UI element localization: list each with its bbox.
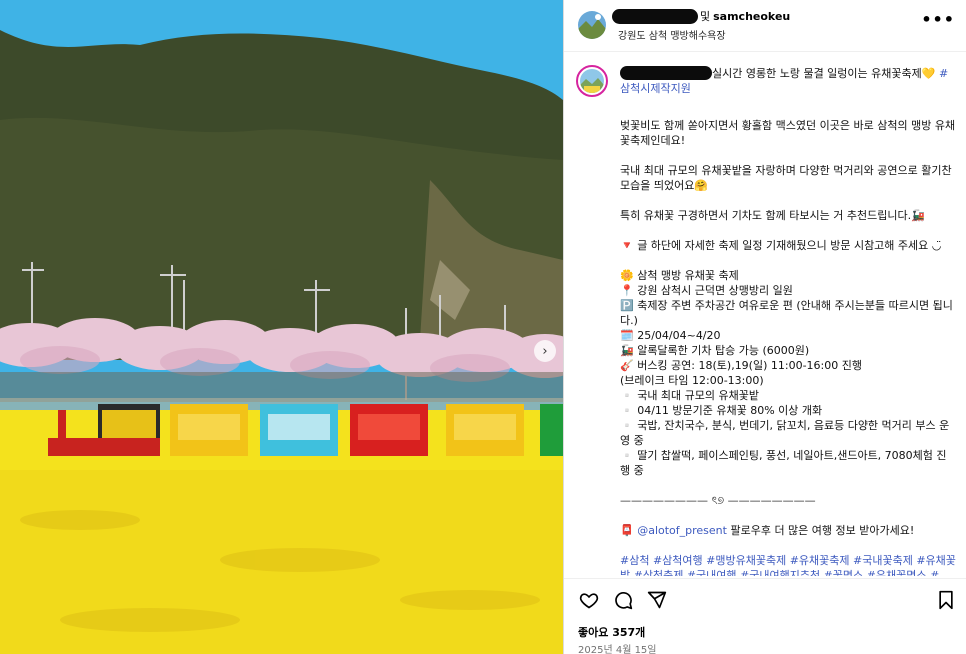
caption-divider: ———————— ৎ୭ ———————— — [620, 494, 816, 507]
share-icon — [647, 591, 667, 609]
caption-first-line: 실시간 영롱한 노랑 물결 일렁이는 유채꽃축제💛 #삼척시제작지원 — [620, 66, 949, 95]
share-button[interactable] — [646, 589, 668, 611]
like-button[interactable] — [578, 589, 600, 611]
caption-paragraph: 국내 최대 규모의 유채꽃밭을 자랑하며 다양한 먹거리와 공연으로 활기찬 모… — [620, 164, 956, 192]
post-caption: 실시간 영롱한 노랑 물결 일렁이는 유채꽃축제💛 #삼척시제작지원 벚꽃비도 … — [620, 66, 956, 576]
comment-icon — [615, 592, 633, 610]
more-options-button[interactable]: ••• — [921, 10, 955, 29]
detail-line: ▫️ 04/11 방문기준 유채꽃 80% 이상 개화 — [620, 404, 823, 417]
post-date: 2025년 4월 15일 — [578, 645, 657, 654]
follow-line: 📮 @alotof_present 팔로우후 더 많은 여행 정보 받아가세요! — [620, 524, 915, 537]
bookmark-icon — [939, 590, 953, 610]
mention-link[interactable]: @alotof_present — [637, 524, 727, 537]
caption-avatar-image — [580, 69, 604, 93]
location-link[interactable]: 강원도 삼척 맹방해수욕장 — [618, 27, 726, 42]
post-actions: 좋아요 357개 2025년 4월 15일 — [564, 578, 966, 654]
detail-line: 🌼 삼척 맹방 유채꽃 축제 — [620, 269, 739, 282]
post-side-panel: 및 samcheokeu 강원도 삼척 맹방해수욕장 ••• 실시간 영롱한 노… — [563, 0, 966, 654]
detail-line: ▫️ 국내 최대 규모의 유채꽃밭 — [620, 389, 760, 402]
avatar[interactable] — [578, 11, 606, 39]
detail-line: 🚂 알록달록한 기차 탑승 가능 (6000원) — [620, 344, 810, 357]
caption-paragraph: 특히 유채꽃 구경하면서 기차도 함께 타보시는 거 추천드립니다.🚂 — [620, 209, 925, 222]
detail-line: 📍 강원 삼척시 근덕면 상맹방리 일원 — [620, 284, 793, 297]
more-horizontal-icon: ••• — [921, 10, 955, 29]
detail-line: 🎸 버스킹 공연: 18(토),19(일) 11:00-16:00 진행 — [620, 359, 862, 372]
hashtag-list[interactable]: #삼척 #삼척여행 #맹방유채꽃축제 #유채꽃축제 #국내꽃축제 #유채꽃밭 #… — [620, 553, 956, 576]
like-count[interactable]: 좋아요 357개 — [578, 624, 645, 640]
post-header: 및 samcheokeu 강원도 삼척 맹방해수욕장 ••• — [564, 0, 966, 52]
detail-line: ▫️ 국밥, 잔치국수, 분식, 번데기, 닭꼬치, 음료등 다양한 먹거리 부… — [620, 419, 950, 447]
caption-paragraph: 🔻 글 하단에 자세한 축제 일정 기재해뒀으니 방문 시참고해 주세요 ◡̈ — [620, 239, 942, 252]
detail-line: 🅿️ 축제장 주변 주차공간 여유로운 편 (안내해 주시는분들 따르시면 됩니… — [620, 299, 953, 327]
and-text: 및 — [700, 10, 711, 23]
instagram-post: › 및 samcheokeu 강원도 삼척 맹방해수욕장 ••• 실시간 영롱한… — [0, 0, 966, 654]
comment-button[interactable] — [612, 589, 634, 611]
rapeseed-train-photo — [0, 0, 563, 654]
heart-icon — [579, 593, 599, 609]
header-usernames: 및 samcheokeu — [612, 8, 790, 24]
collab-username-link[interactable]: samcheokeu — [713, 10, 790, 23]
detail-line: 🗓️ 25/04/04~4/20 — [620, 329, 721, 342]
post-photo[interactable]: › — [0, 0, 563, 654]
next-photo-button[interactable]: › — [534, 340, 556, 362]
save-button[interactable] — [935, 589, 957, 611]
detail-line: ▫️ 딸기 찹쌀떡, 페이스페인팅, 풍선, 네일아트,샌드아트, 7080체험… — [620, 449, 947, 477]
detail-line: (브레이크 타임 12:00-13:00) — [620, 374, 764, 387]
redacted-username — [612, 8, 698, 24]
caption-paragraph: 벚꽃비도 함께 쏟아지면서 황홀함 맥스였던 이곳은 바로 삼척의 맹방 유채꽃… — [620, 119, 956, 147]
chevron-right-icon: › — [542, 343, 548, 359]
caption-avatar[interactable] — [576, 65, 608, 97]
avatar-image — [578, 11, 606, 39]
redacted-author — [620, 66, 712, 80]
